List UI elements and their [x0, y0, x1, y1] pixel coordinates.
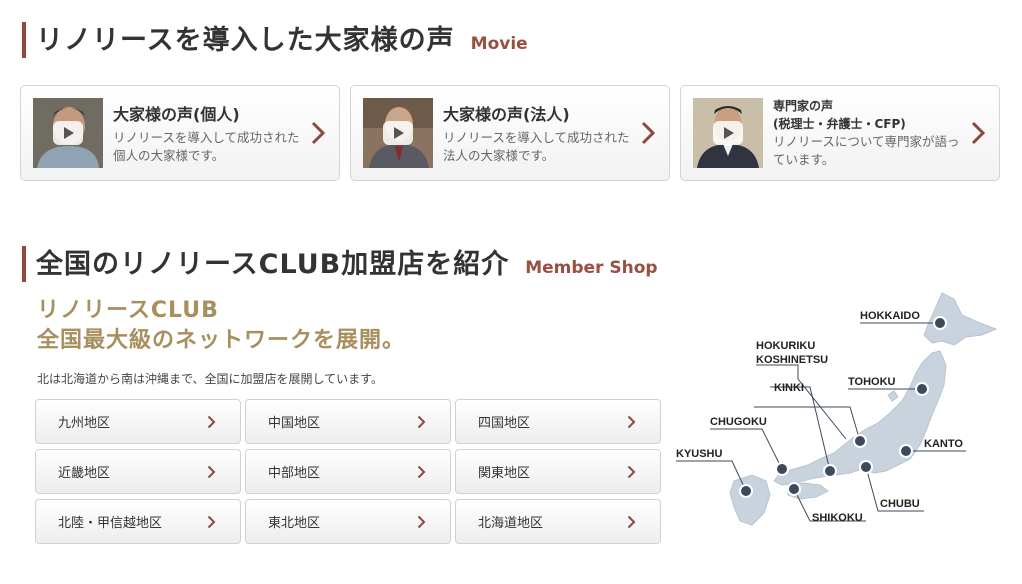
- map-label-hokkaido: HOKKAIDO: [860, 310, 920, 322]
- map-label-kyushu: KYUSHU: [676, 448, 723, 460]
- region-button-kyushu[interactable]: 九州地区: [35, 399, 241, 444]
- section-bar: [22, 246, 26, 282]
- region-button-kanto[interactable]: 関東地区: [455, 449, 661, 494]
- voice-card-individual[interactable]: 大家様の声(個人) リノリースを導入して成功された個人の大家様です。: [20, 85, 340, 181]
- card-title: 大家様の声(法人): [443, 105, 570, 124]
- video-thumbnail[interactable]: [363, 98, 433, 168]
- chevron-right-icon: [311, 121, 326, 145]
- chevron-right-icon: [417, 465, 426, 479]
- voice-card-expert[interactable]: 専門家の声 (税理士・弁護士・CFP) リノリースについて専門家が語っています。: [680, 85, 1000, 181]
- voice-cards: 大家様の声(個人) リノリースを導入して成功された個人の大家様です。 大家様の声…: [20, 85, 1000, 181]
- play-icon: [383, 121, 413, 145]
- region-label: 北海道地区: [478, 516, 544, 531]
- region-buttons: 九州地区 中国地区 四国地区 近畿地区 中部地区 関東地区 北陸・甲信越地区 東…: [35, 399, 661, 544]
- section-bar: [22, 22, 26, 58]
- chevron-right-icon: [627, 465, 636, 479]
- japan-map-icon: HOKKAIDO HOKURIKU KOSHINETSU TOHOKU KINK…: [676, 292, 998, 526]
- map-label-hokuriku-1: HOKURIKU: [756, 340, 815, 352]
- region-label: 東北地区: [268, 516, 321, 531]
- region-label: 中国地区: [268, 416, 321, 431]
- japan-map: HOKKAIDO HOKURIKU KOSHINETSU TOHOKU KINK…: [670, 285, 1010, 545]
- chevron-right-icon: [417, 515, 426, 529]
- shops-section-header: 全国のリノリースCLUB加盟店を紹介 Member Shop: [22, 242, 658, 284]
- voices-section-header: リノリースを導入した大家様の声 Movie: [22, 18, 528, 60]
- map-label-kanto: KANTO: [924, 438, 963, 450]
- region-label: 九州地区: [58, 416, 111, 431]
- video-thumbnail[interactable]: [33, 98, 103, 168]
- region-button-hokuriku[interactable]: 北陸・甲信越地区: [35, 499, 241, 544]
- chevron-right-icon: [207, 415, 216, 429]
- map-label-chubu: CHUBU: [880, 498, 920, 510]
- chevron-right-icon: [207, 465, 216, 479]
- region-button-chubu[interactable]: 中部地区: [245, 449, 451, 494]
- map-label-hokuriku-2: KOSHINETSU: [756, 354, 828, 366]
- map-label-chugoku: CHUGOKU: [710, 416, 767, 428]
- card-desc: リノリースを導入して成功された個人の大家様です。: [113, 130, 300, 163]
- play-icon: [713, 121, 743, 145]
- chevron-right-icon: [627, 515, 636, 529]
- card-title: 大家様の声(個人): [113, 105, 240, 124]
- voices-subtitle: Movie: [470, 34, 528, 54]
- region-button-shikoku[interactable]: 四国地区: [455, 399, 661, 444]
- region-label: 近畿地区: [58, 466, 111, 481]
- shops-title: 全国のリノリースCLUB加盟店を紹介: [36, 249, 510, 280]
- map-label-tohoku: TOHOKU: [848, 376, 896, 388]
- card-desc: リノリースを導入して成功された法人の大家様です。: [443, 130, 630, 163]
- video-thumbnail[interactable]: [693, 98, 763, 168]
- region-label: 北陸・甲信越地区: [58, 516, 163, 531]
- chevron-right-icon: [417, 415, 426, 429]
- intro-text: 北は北海道から南は沖縄まで、全国に加盟店を展開しています。: [37, 372, 383, 386]
- region-label: 四国地区: [478, 416, 531, 431]
- chevron-right-icon: [641, 121, 656, 145]
- region-label: 関東地区: [478, 466, 531, 481]
- card-desc: リノリースについて専門家が語っています。: [773, 134, 960, 167]
- map-label-shikoku: SHIKOKU: [812, 512, 863, 524]
- tagline-line-2: 全国最大級のネットワークを展開。: [37, 328, 406, 353]
- voice-card-corporate[interactable]: 大家様の声(法人) リノリースを導入して成功された法人の大家様です。: [350, 85, 670, 181]
- voices-title: リノリースを導入した大家様の声: [36, 25, 455, 56]
- map-label-kinki: KINKI: [774, 382, 804, 394]
- chevron-right-icon: [207, 515, 216, 529]
- tagline-line-1: リノリースCLUB: [37, 298, 219, 323]
- region-button-hokkaido[interactable]: 北海道地区: [455, 499, 661, 544]
- card-title-sub: (税理士・弁護士・CFP): [773, 117, 906, 131]
- region-button-chugoku[interactable]: 中国地区: [245, 399, 451, 444]
- tagline: リノリースCLUB 全国最大級のネットワークを展開。: [37, 296, 405, 356]
- shops-subtitle: Member Shop: [525, 258, 658, 278]
- region-label: 中部地区: [268, 466, 321, 481]
- play-icon: [53, 121, 83, 145]
- chevron-right-icon: [971, 121, 986, 145]
- region-button-kinki[interactable]: 近畿地区: [35, 449, 241, 494]
- region-button-tohoku[interactable]: 東北地区: [245, 499, 451, 544]
- chevron-right-icon: [627, 415, 636, 429]
- card-title: 専門家の声: [773, 99, 834, 113]
